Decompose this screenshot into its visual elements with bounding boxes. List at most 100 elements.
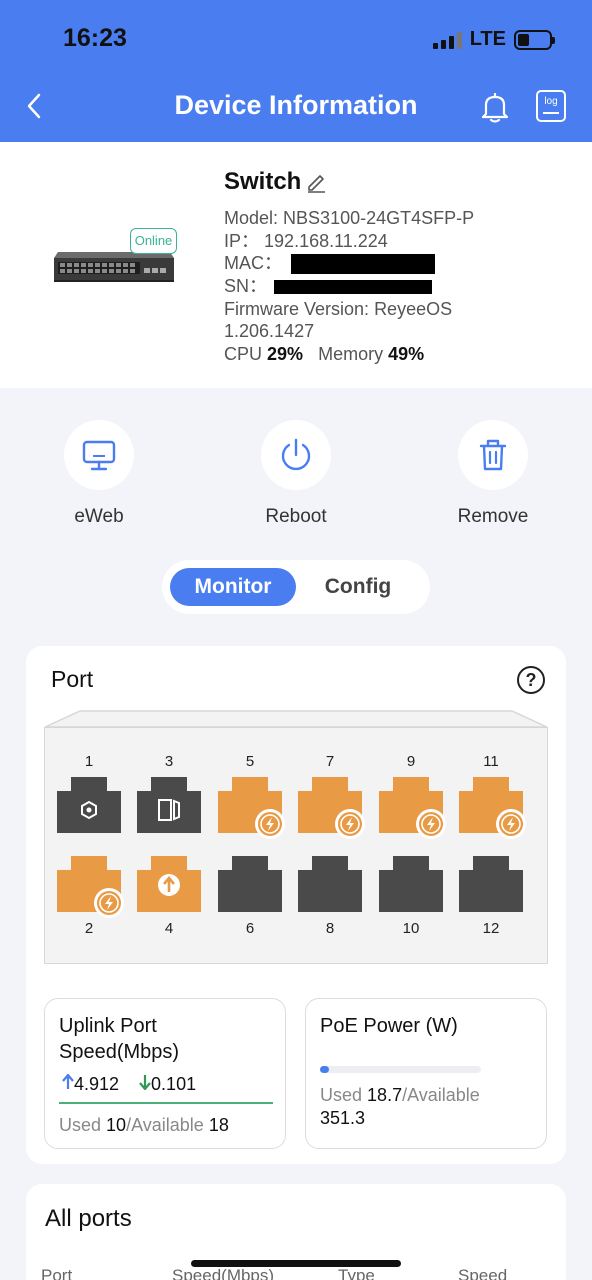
all-ports-title: All ports — [45, 1205, 132, 1232]
reboot-button[interactable]: Reboot — [236, 420, 356, 528]
port-number-4: 4 — [164, 920, 174, 937]
port-number-9: 9 — [406, 753, 416, 770]
model-value: NBS3100-24GT4SFP-P — [283, 208, 475, 228]
notification-button[interactable] — [478, 90, 512, 124]
port-3[interactable] — [137, 777, 201, 833]
arrow-up-icon — [62, 1073, 74, 1089]
sn-line: SN： — [224, 275, 433, 297]
uplink-used-value: 10 — [106, 1115, 127, 1135]
bell-icon — [481, 92, 509, 123]
port-number-3: 3 — [164, 753, 174, 770]
port-1[interactable] — [57, 777, 121, 833]
port-section-title: Port — [51, 666, 94, 692]
sn-redacted — [274, 280, 433, 295]
port-5[interactable] — [218, 777, 285, 839]
poe-icon — [218, 777, 285, 839]
remove-label: Remove — [457, 506, 529, 527]
poe-used-value: 18.7 — [367, 1085, 403, 1105]
column-speed: Speed — [458, 1266, 508, 1280]
log-button[interactable]: log — [536, 90, 566, 122]
poe-title: PoE Power (W) — [320, 1015, 458, 1037]
eweb-label: eWeb — [74, 506, 124, 527]
arrow-down-icon — [139, 1075, 151, 1091]
port-number-8: 8 — [325, 920, 335, 937]
tab-config[interactable]: Config — [302, 568, 414, 606]
ip-value: 192.168.11.224 — [264, 231, 388, 251]
edit-icon[interactable] — [305, 171, 327, 193]
firmware-line: Firmware Version: ReyeeOS — [224, 298, 452, 320]
port-7[interactable] — [298, 777, 365, 839]
tab-monitor[interactable]: Monitor — [170, 568, 296, 606]
view-segmented-control: Monitor Config — [162, 560, 430, 614]
port-6[interactable] — [218, 856, 282, 912]
poe-usage-fill — [320, 1066, 329, 1073]
port-number-10: 10 — [402, 920, 420, 937]
firmware-build: 1.206.1427 — [224, 321, 315, 341]
port-2[interactable] — [57, 856, 124, 918]
column-type: Type — [338, 1266, 375, 1280]
mac-label: MAC： — [224, 253, 282, 273]
poe-icon — [298, 777, 365, 839]
uplink-title: Uplink Port Speed(Mbps) — [59, 1013, 179, 1065]
app-header: 16:23 LTE Device Information log — [0, 0, 592, 142]
download-value: 0.101 — [151, 1074, 197, 1094]
mac-redacted — [291, 254, 436, 275]
poe-used-label: Used — [320, 1085, 363, 1105]
poe-available-label: /Available — [402, 1085, 480, 1105]
port-12[interactable] — [459, 856, 523, 912]
help-icon[interactable]: ? — [517, 666, 545, 694]
device-name-text: Switch — [224, 168, 302, 195]
monitor-icon — [82, 440, 116, 471]
status-time: 16:23 — [63, 24, 127, 52]
eweb-button[interactable]: eWeb — [39, 420, 159, 528]
battery-icon — [514, 29, 555, 50]
port-number-12: 12 — [482, 920, 500, 937]
uplink-usage: Used 10/Available 18 — [59, 1114, 229, 1137]
model-label: Model: — [224, 208, 279, 228]
uplink-icon — [137, 856, 201, 912]
poe-icon — [379, 777, 446, 839]
device-name: Switch — [224, 168, 327, 196]
switch-panel-top — [44, 710, 548, 728]
port-number-6: 6 — [245, 920, 255, 937]
port-number-11: 11 — [483, 753, 499, 770]
firmware-build-line: 1.206.1427 — [224, 320, 314, 342]
upload-value: 4.912 — [74, 1074, 120, 1094]
status-badge: Online — [130, 228, 177, 254]
hexagon-icon — [57, 777, 121, 833]
status-indicators: LTE — [432, 28, 555, 51]
poe-available-value: 351.3 — [320, 1108, 366, 1128]
uplink-title-line2: Speed(Mbps) — [59, 1041, 180, 1063]
firmware-value: ReyeeOS — [374, 299, 453, 319]
column-speed-mbps: Speed(Mbps) — [172, 1266, 275, 1280]
home-indicator — [191, 1260, 401, 1267]
port-10[interactable] — [379, 856, 443, 912]
port-number-1: 1 — [84, 753, 94, 770]
uplink-used-label: Used — [59, 1115, 102, 1135]
column-port: Port — [41, 1266, 73, 1280]
port-8[interactable] — [298, 856, 362, 912]
port-11[interactable] — [459, 777, 526, 839]
cpu-label: CPU — [224, 344, 263, 364]
ip-line: IP： 192.168.11.224 — [224, 230, 388, 252]
poe-usage-bar — [320, 1066, 481, 1073]
uplink-available-label: /Available — [126, 1115, 204, 1135]
firmware-label: Firmware Version: — [224, 299, 370, 319]
ip-label: IP： — [224, 231, 260, 251]
port-9[interactable] — [379, 777, 446, 839]
uplink-available-value: 18 — [208, 1115, 229, 1135]
port-number-2: 2 — [84, 920, 94, 937]
upload-speed: 4.912 — [62, 1073, 120, 1095]
sn-label: SN： — [224, 276, 268, 296]
poe-usage: Used 18.7/Available 351.3 — [320, 1084, 480, 1130]
reboot-label: Reboot — [265, 506, 327, 527]
remove-button[interactable]: Remove — [433, 420, 553, 528]
cpu-value: 29% — [267, 344, 304, 364]
sfp-icon — [137, 777, 201, 833]
memory-label: Memory — [318, 344, 384, 364]
power-icon — [281, 438, 311, 471]
port-4[interactable] — [137, 856, 201, 912]
signal-icon — [432, 31, 462, 49]
network-label: LTE — [469, 28, 506, 50]
download-speed: 0.101 — [139, 1074, 196, 1095]
